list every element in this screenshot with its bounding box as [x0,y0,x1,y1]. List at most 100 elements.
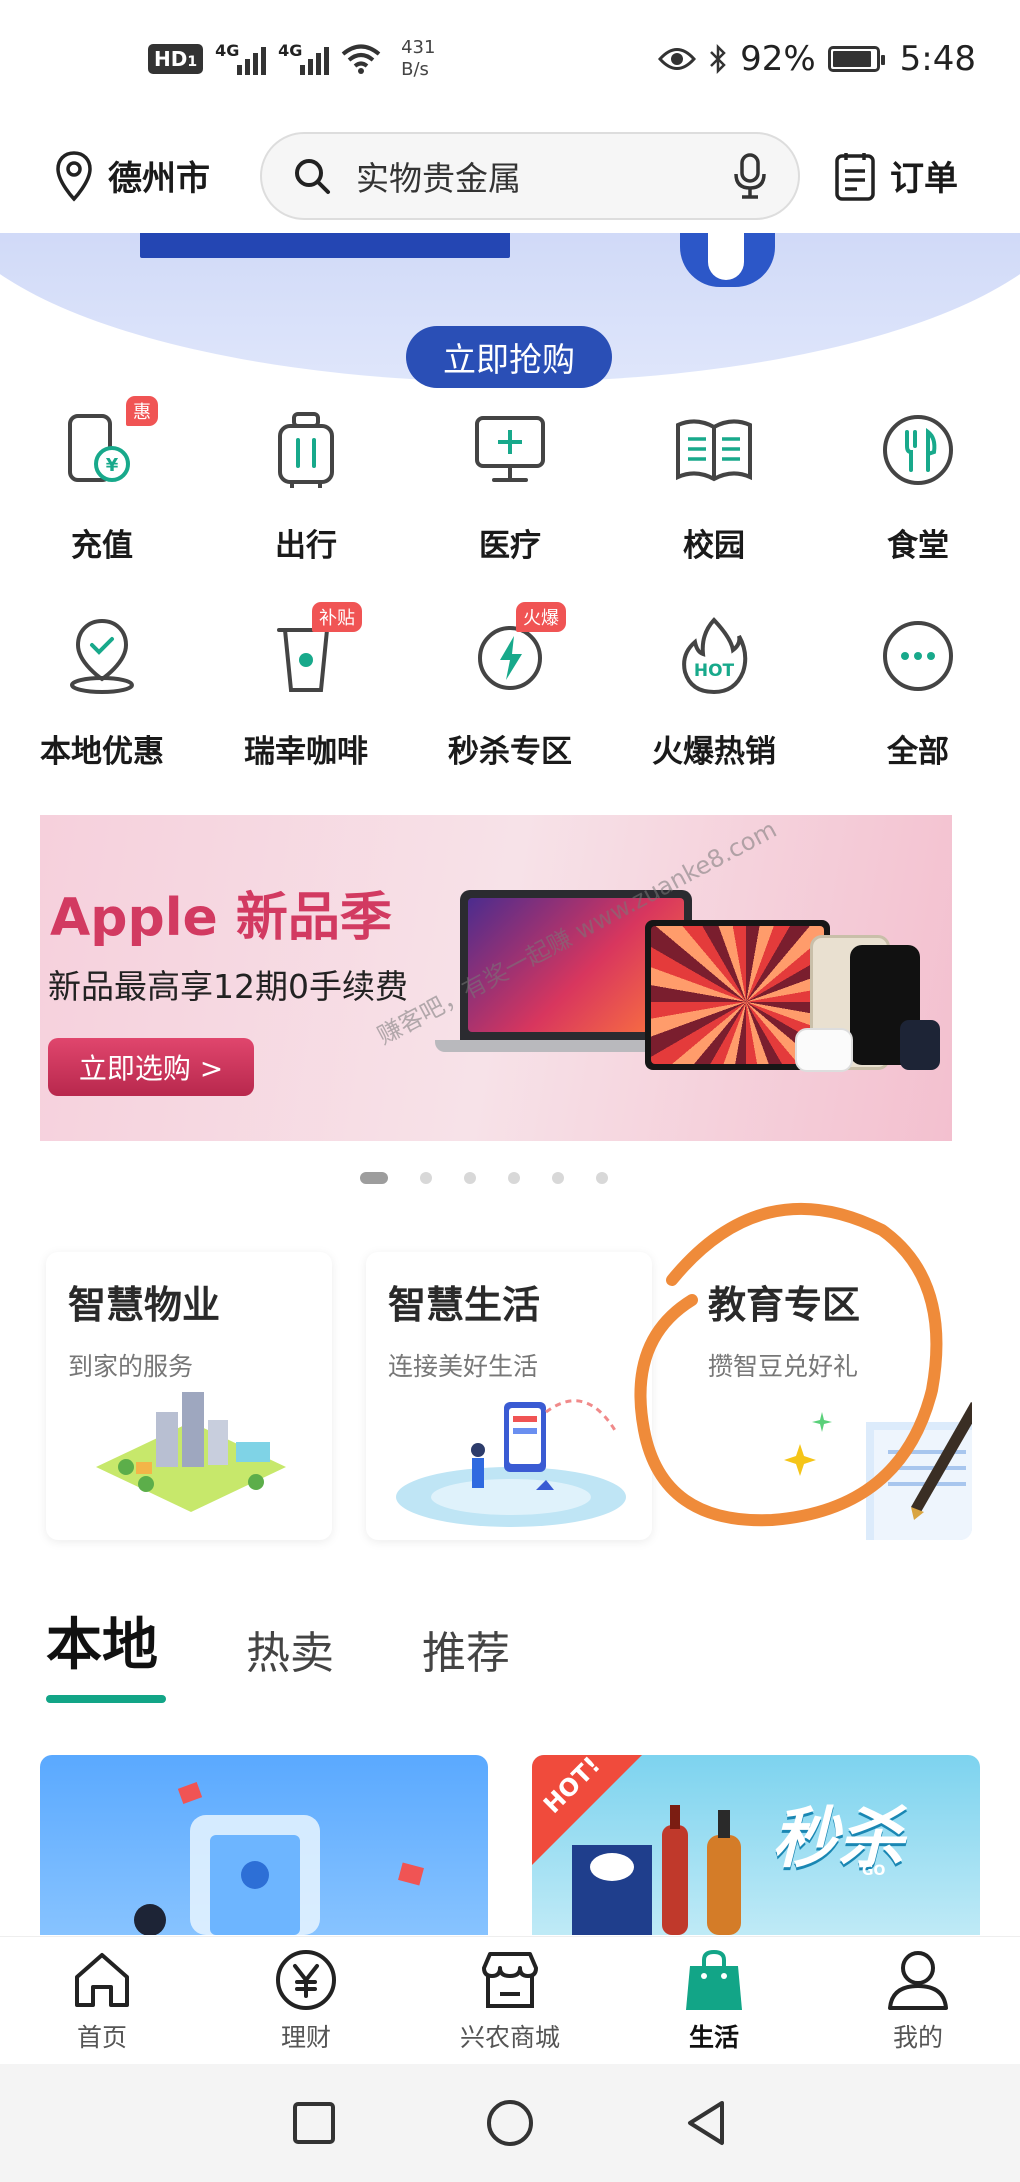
property-city-illustration [96,1392,286,1512]
service-all[interactable]: 全部 [816,606,1020,812]
nav-label: 生活 [688,2022,739,2052]
home-circle-icon[interactable] [486,2099,534,2147]
bottom-nav: 首页 理财 兴农商城 生活 我的 [0,1936,1020,2064]
product-card-2[interactable]: HOT! 秒杀 GO [532,1755,980,1935]
status-right: 92% 5:48 [658,39,976,79]
flash-timer-icon: 火爆 [468,602,566,698]
product-card-1[interactable] [40,1755,488,1935]
nav-finance[interactable]: 理财 [204,1937,408,2064]
eye-icon [658,48,697,70]
tab-hot-sale[interactable]: 热卖 [246,1617,334,1703]
luggage-icon [264,408,348,492]
recent-apps-icon[interactable] [292,2101,336,2145]
hd-label: HD [154,47,188,71]
education-illustration [784,1402,972,1540]
location-check-icon [60,614,144,698]
product-2-illustration [572,1805,741,1935]
content-tabs: 本地 热卖 推荐 [46,1600,510,1703]
tab-recommended[interactable]: 推荐 [422,1617,510,1703]
signal-type-label: 4G [215,41,240,60]
service-label: 瑞幸咖啡 [244,734,368,770]
wifi-icon [341,44,381,74]
hd-sub: 1 [187,54,198,70]
apple-banner-title: Apple 新品季 [50,888,392,948]
tab-local[interactable]: 本地 [46,1600,166,1703]
clock: 5:48 [899,39,976,79]
apple-watch-image [900,1020,940,1070]
feature-title: 教育专区 [708,1283,861,1327]
store-icon [478,1948,542,2012]
status-left: HD1 4G 4G 431 B/s [148,37,435,81]
carousel-dot[interactable] [360,1172,388,1184]
hero-coupon-strip [140,232,510,258]
nav-store[interactable]: 兴农商城 [408,1937,612,2064]
buy-now-button[interactable]: 立即抢购 [406,326,612,388]
orders-button[interactable]: 订单 [834,150,958,202]
signal-icon-2: 4G [278,41,330,75]
service-label: 全部 [887,734,949,770]
service-canteen[interactable]: 食堂 [816,400,1020,606]
feature-education[interactable]: 教育专区 攒智豆兑好礼 [686,1252,972,1540]
hero-banner[interactable]: 立即抢购 [0,232,1020,392]
battery-fill [832,51,872,67]
carousel-dot[interactable] [552,1172,564,1184]
service-label: 医疗 [479,528,541,564]
feature-subtitle: 攒智豆兑好礼 [708,1352,859,1381]
city-selector[interactable]: 德州市 [54,150,260,202]
service-travel[interactable]: 出行 [204,400,408,606]
carousel-dot[interactable] [508,1172,520,1184]
orders-label: 订单 [890,159,958,199]
feature-cards: 智慧物业 到家的服务 智慧生活 连接美好生活 教育专区 攒智豆兑好礼 [0,1202,1020,1542]
nav-profile[interactable]: 我的 [816,1937,1020,2064]
recharge-badge: 惠 [126,396,158,426]
yuan-icon [274,1948,338,2012]
search-placeholder: 实物贵金属 [356,158,521,198]
nav-life[interactable]: 生活 [612,1937,816,2064]
coffee-cup-icon: 补贴 [264,602,362,698]
service-recharge[interactable]: ¥ 惠 充值 [0,396,204,606]
hot-flame-icon: HOT [672,614,756,698]
apple-shop-now-button[interactable]: 立即选购 > [48,1038,254,1096]
service-local-deals[interactable]: 本地优惠 [0,606,204,812]
nav-label: 我的 [892,2022,943,2052]
search-box[interactable]: 实物贵金属 [260,131,800,220]
net-speed-value: 431 [401,37,436,58]
cutlery-icon [876,408,960,492]
more-dots-icon [876,614,960,698]
carousel-dot[interactable] [420,1172,432,1184]
phone-recharge-icon: ¥ 惠 [60,396,158,492]
service-label: 本地优惠 [40,734,164,770]
carousel-dot[interactable] [464,1172,476,1184]
feature-smart-life[interactable]: 智慧生活 连接美好生活 [366,1252,652,1540]
battery-percent: 92% [740,39,816,79]
service-flash-sale[interactable]: 火爆 秒杀专区 [408,602,612,812]
medical-monitor-icon [468,408,552,492]
svg-text:HOT: HOT [694,661,735,681]
service-label: 出行 [275,528,337,564]
net-speed-unit: B/s [401,59,429,80]
back-triangle-icon[interactable] [684,2099,728,2147]
carousel-dots [360,1172,608,1184]
search-icon [295,158,330,194]
services-row-2: 本地优惠 补贴 瑞幸咖啡 火爆 秒杀专区 HOT 火爆热销 全部 [0,602,1020,812]
orders-icon [835,152,875,201]
smart-life-illustration [396,1399,626,1527]
carousel-dot[interactable] [596,1172,608,1184]
bluetooth-icon [710,43,726,75]
service-medical[interactable]: 医疗 [408,400,612,606]
microphone-icon[interactable] [732,152,768,200]
signal-type-label-2: 4G [278,41,303,60]
battery-icon [827,46,885,72]
service-hot-sales[interactable]: HOT 火爆热销 [612,606,816,812]
service-label: 秒杀专区 [448,734,572,770]
nav-home[interactable]: 首页 [0,1937,204,2064]
feature-title: 智慧物业 [68,1283,221,1327]
service-luckin-coffee[interactable]: 补贴 瑞幸咖啡 [204,602,408,812]
service-label: 火爆热销 [652,734,776,770]
feature-smart-property[interactable]: 智慧物业 到家的服务 [46,1252,332,1540]
service-label: 充值 [71,528,133,564]
user-icon [886,1948,950,2012]
service-campus[interactable]: 校园 [612,400,816,606]
svg-text:¥: ¥ [106,455,119,476]
flash-sale-badge: 火爆 [516,602,566,632]
